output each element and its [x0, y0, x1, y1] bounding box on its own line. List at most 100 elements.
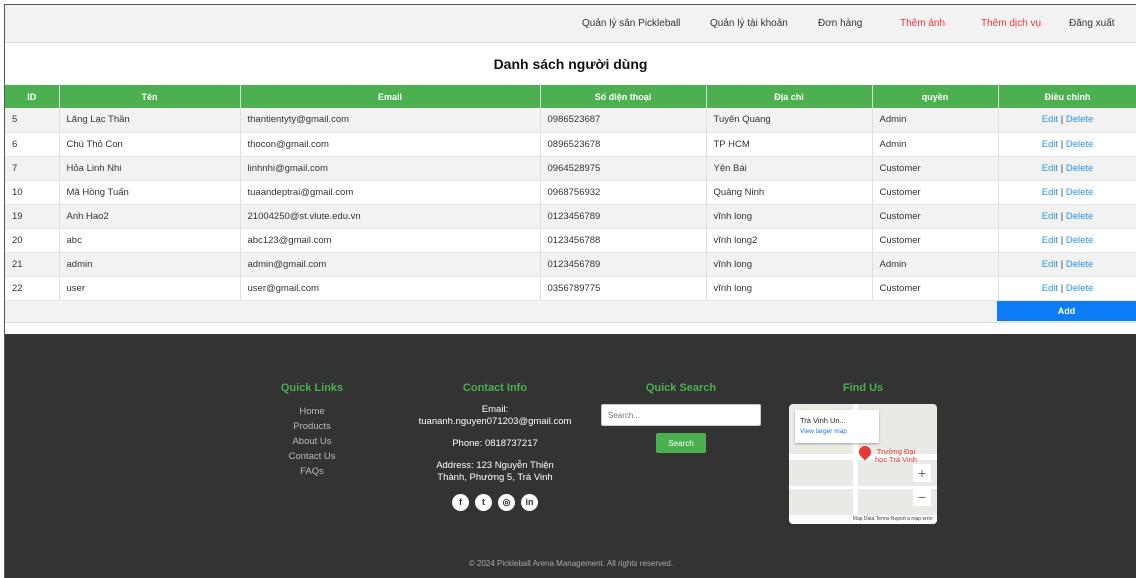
- table-row: 20 abc abc123@gmail.com 0123456788 vĩnh …: [5, 228, 1136, 253]
- cell-actions: Edit | Delete: [998, 156, 1136, 181]
- footer-link-contact[interactable]: Contact Us: [267, 449, 357, 464]
- contact-email-label: Email:: [481, 404, 509, 415]
- column-header-email: Email: [240, 85, 541, 108]
- cell-email: thocon@gmail.com: [240, 132, 541, 157]
- footer-link-home[interactable]: Home: [267, 404, 357, 419]
- cell-address: Tuyên Quang: [706, 108, 873, 133]
- column-header-address: Địa chỉ: [706, 85, 873, 108]
- nav-add-service[interactable]: Thêm dịch vụ: [981, 18, 1041, 29]
- cell-id: 10: [5, 180, 60, 205]
- edit-link[interactable]: Edit: [1042, 283, 1058, 294]
- cell-name: admin: [59, 252, 241, 277]
- cell-name: Anh Hao2: [59, 204, 241, 229]
- copyright: © 2024 Pickleball Arena Management. All …: [468, 559, 674, 568]
- delete-link[interactable]: Delete: [1066, 187, 1093, 198]
- quick-search-heading: Quick Search: [645, 382, 717, 394]
- cell-role: Customer: [872, 276, 999, 301]
- cell-phone: 0968756932: [540, 180, 707, 205]
- cell-role: Customer: [872, 204, 999, 229]
- table-row: 10 Mã Hồng Tuấn tuaandeptrai@gmail.com 0…: [5, 180, 1136, 205]
- view-larger-map-link[interactable]: View larger map: [800, 428, 874, 435]
- contact-section: Contact Info Email: tuananh.nguyen071203…: [415, 382, 575, 511]
- delete-link[interactable]: Delete: [1066, 114, 1093, 125]
- delete-link[interactable]: Delete: [1066, 259, 1093, 270]
- nav-court-management[interactable]: Quản lý sân Pickleball: [582, 18, 680, 29]
- cell-email: 21004250@st.vlute.edu.vn: [240, 204, 541, 229]
- cell-phone: 0986523687: [540, 108, 707, 133]
- quick-links-heading: Quick Links: [280, 382, 344, 394]
- delete-link[interactable]: Delete: [1066, 235, 1093, 246]
- edit-link[interactable]: Edit: [1042, 139, 1058, 150]
- cell-email: tuaandeptrai@gmail.com: [240, 180, 541, 205]
- nav-account-management[interactable]: Quản lý tài khoản: [710, 18, 788, 29]
- cell-name: Mã Hồng Tuấn: [59, 180, 241, 205]
- twitter-icon[interactable]: t: [475, 494, 492, 511]
- edit-link[interactable]: Edit: [1042, 114, 1058, 125]
- cell-address: Yên Bái: [706, 156, 873, 181]
- cell-actions: Edit | Delete: [998, 180, 1136, 205]
- cell-address: vĩnh long2: [706, 228, 873, 253]
- footer-link-products[interactable]: Products: [267, 419, 357, 434]
- delete-link[interactable]: Delete: [1066, 139, 1093, 150]
- cell-actions: Edit | Delete: [998, 204, 1136, 229]
- contact-address-line2: Thành, Phường 5, Trà Vinh: [437, 472, 553, 483]
- cell-role: Customer: [872, 180, 999, 205]
- link-separator: |: [1060, 162, 1064, 174]
- edit-link[interactable]: Edit: [1042, 163, 1058, 174]
- cell-phone: 0964528975: [540, 156, 707, 181]
- cell-actions: Edit | Delete: [998, 108, 1136, 133]
- cell-name: user: [59, 276, 241, 301]
- facebook-icon[interactable]: f: [452, 494, 469, 511]
- delete-link[interactable]: Delete: [1066, 163, 1093, 174]
- search-button[interactable]: Search: [656, 433, 706, 453]
- table-row: 6 Chú Thỏ Con thocon@gmail.com 089652367…: [5, 132, 1136, 157]
- edit-link[interactable]: Edit: [1042, 235, 1058, 246]
- delete-link[interactable]: Delete: [1066, 283, 1093, 294]
- quick-links-section: Quick Links Home Products About Us Conta…: [267, 382, 357, 479]
- add-button[interactable]: Add: [997, 300, 1136, 321]
- cell-name: Chú Thỏ Con: [59, 132, 241, 157]
- cell-role: Admin: [872, 132, 999, 157]
- nav-logout[interactable]: Đăng xuất: [1069, 18, 1115, 29]
- edit-link[interactable]: Edit: [1042, 259, 1058, 270]
- nav-orders[interactable]: Đơn hàng: [818, 18, 862, 29]
- table-row: 7 Hỏa Linh Nhi linhnhi@gmail.com 0964528…: [5, 156, 1136, 181]
- cell-address: vĩnh long: [706, 204, 873, 229]
- delete-link[interactable]: Delete: [1066, 211, 1093, 222]
- page-title: Danh sách người dùng: [493, 56, 648, 72]
- cell-actions: Edit | Delete: [998, 276, 1136, 301]
- zoom-out-icon[interactable]: −: [913, 488, 931, 506]
- cell-email: abc123@gmail.com: [240, 228, 541, 253]
- table-row: 22 user user@gmail.com 0356789775 vĩnh l…: [5, 276, 1136, 301]
- edit-link[interactable]: Edit: [1042, 187, 1058, 198]
- cell-name: Lăng Lạc Thần: [59, 108, 241, 133]
- map-footer: Map Data Terms Report a map error: [789, 515, 937, 524]
- cell-role: Customer: [872, 156, 999, 181]
- embedded-map[interactable]: Trà Vinh Un... View larger map Trường Đạ…: [789, 404, 937, 524]
- column-header-role: quyền: [872, 85, 999, 108]
- table-row: 5 Lăng Lạc Thần thantientyty@gmail.com 0…: [5, 108, 1136, 133]
- cell-phone: 0123456789: [540, 204, 707, 229]
- footer: Quick Links Home Products About Us Conta…: [5, 334, 1136, 578]
- cell-address: vĩnh long: [706, 252, 873, 277]
- edit-link[interactable]: Edit: [1042, 211, 1058, 222]
- top-navigation: Quản lý sân Pickleball Quản lý tài khoản…: [5, 5, 1136, 43]
- contact-phone: Phone: 0818737217: [452, 438, 538, 449]
- app-window: Quản lý sân Pickleball Quản lý tài khoản…: [4, 4, 1136, 578]
- quick-search-section: Quick Search Search: [601, 382, 761, 453]
- contact-address-line1: Address: 123 Nguyễn Thiện: [436, 460, 554, 471]
- link-separator: |: [1060, 138, 1064, 150]
- linkedin-icon[interactable]: in: [521, 494, 538, 511]
- footer-link-faqs[interactable]: FAQs: [267, 464, 357, 479]
- add-row: Add: [5, 300, 1136, 323]
- link-separator: |: [1060, 210, 1064, 222]
- contact-heading: Contact Info: [462, 382, 528, 394]
- search-input[interactable]: [601, 404, 761, 426]
- column-header-actions: Điều chỉnh: [998, 85, 1136, 108]
- instagram-icon[interactable]: ◎: [498, 494, 515, 511]
- cell-email: admin@gmail.com: [240, 252, 541, 277]
- footer-link-about[interactable]: About Us: [267, 434, 357, 449]
- nav-add-image[interactable]: Thêm ảnh: [900, 18, 945, 29]
- zoom-in-icon[interactable]: +: [913, 464, 931, 482]
- cell-phone: 0123456788: [540, 228, 707, 253]
